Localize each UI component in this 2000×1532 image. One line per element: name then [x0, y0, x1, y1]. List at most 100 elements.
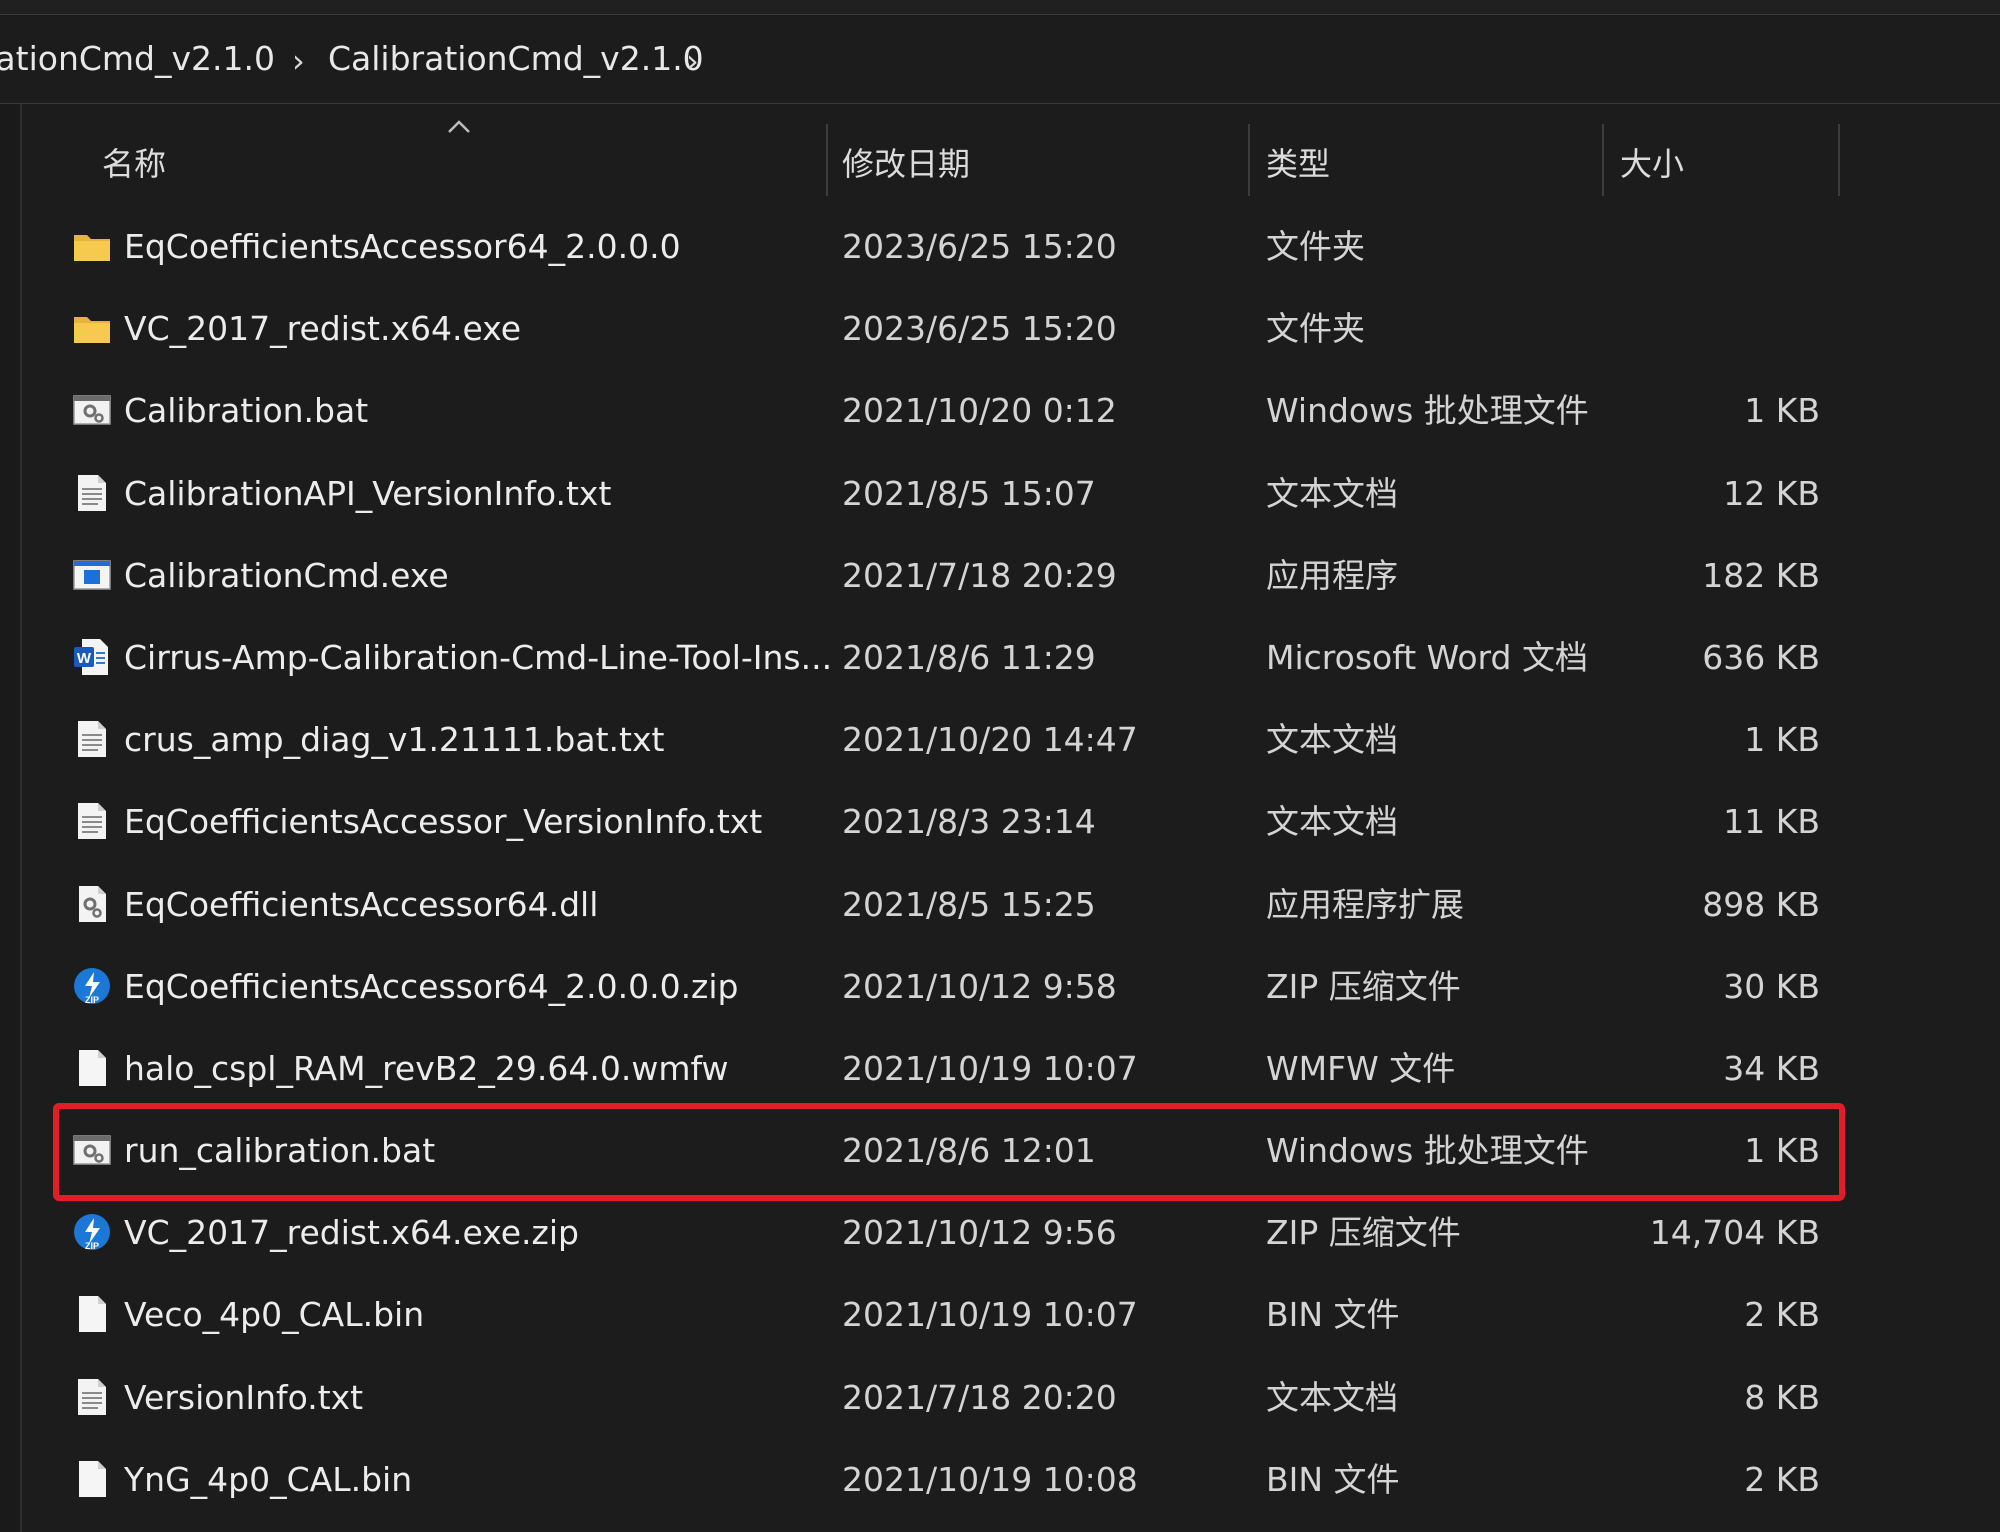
word-document-icon: W [72, 637, 112, 677]
batch-file-icon [72, 390, 112, 430]
file-modified-date: 2021/10/19 10:08 [842, 1459, 1138, 1499]
file-name[interactable]: EqCoefficientsAccessor64_2.0.0.0 [124, 224, 681, 270]
file-row[interactable]: EqCoefficientsAccessor64_2.0.0.0 2023/6/2… [56, 206, 1840, 288]
breadcrumb[interactable]: rationCmd_v2.1.0 › CalibrationCmd_v2.1.0… [0, 15, 2000, 104]
text-file-icon [72, 719, 112, 759]
chevron-right-icon[interactable]: › [686, 39, 699, 83]
file-name[interactable]: VersionInfo.txt [124, 1375, 363, 1421]
file-row[interactable]: VC_2017_redist.x64.exe 2023/6/25 15:20 文件夹 [56, 288, 1840, 370]
file-name[interactable]: Cirrus-Amp-Calibration-Cmd-Line-Tool-Ins… [124, 635, 832, 681]
navigation-pane-edge [0, 104, 22, 1532]
file-modified-date: 2023/6/25 15:20 [842, 309, 1117, 349]
svg-text:ZIP: ZIP [85, 995, 99, 1005]
column-divider[interactable] [1838, 124, 1840, 196]
file-row[interactable]: Calibration.bat 2021/10/20 0:12 Windows 批处… [56, 370, 1840, 452]
file-name[interactable]: Veco_4p0_CAL.bin [124, 1292, 424, 1338]
file-type: Windows 批处理文件 [1266, 1131, 1589, 1171]
zip-file-icon: ZIP [72, 1212, 112, 1252]
file-row[interactable]: crus_amp_diag_v1.21111.bat.txt 2021/10/20… [56, 699, 1840, 781]
column-header-date[interactable]: 修改日期 [842, 142, 970, 186]
file-name[interactable]: VC_2017_redist.x64.exe.zip [124, 1210, 579, 1256]
column-divider[interactable] [826, 124, 828, 196]
file-modified-date: 2021/8/5 15:25 [842, 884, 1096, 924]
file-size: 30 KB [1723, 966, 1820, 1006]
file-type: 文本文档 [1266, 720, 1398, 760]
file-modified-date: 2021/7/18 20:29 [842, 555, 1117, 595]
file-name[interactable]: EqCoefficientsAccessor_VersionInfo.txt [124, 799, 762, 845]
svg-text:ZIP: ZIP [85, 1241, 99, 1251]
svg-text:W: W [77, 650, 92, 667]
file-type: 文件夹 [1266, 227, 1365, 266]
file-size: 1 KB [1744, 1131, 1820, 1171]
blank-file-icon [72, 1048, 112, 1088]
file-size: 12 KB [1723, 473, 1820, 513]
file-size: 2 KB [1744, 1295, 1820, 1335]
file-name[interactable]: EqCoefficientsAccessor64.dll [124, 882, 598, 928]
file-modified-date: 2021/8/5 15:07 [842, 473, 1096, 513]
file-explorer-window: rationCmd_v2.1.0 › CalibrationCmd_v2.1.0… [0, 0, 2000, 1532]
file-list: EqCoefficientsAccessor64_2.0.0.0 2023/6/2… [56, 206, 1840, 1521]
file-type: BIN 文件 [1266, 1295, 1400, 1335]
file-size: 34 KB [1723, 1048, 1820, 1088]
file-row[interactable]: Veco_4p0_CAL.bin 2021/10/19 10:07 BIN 文件 2 … [56, 1274, 1840, 1356]
file-row[interactable]: CalibrationAPI_VersionInfo.txt 2021/8/5 1… [56, 453, 1840, 535]
file-row[interactable]: CalibrationCmd.exe 2021/7/18 20:29 应用程序 182… [56, 535, 1840, 617]
file-row[interactable]: halo_cspl_RAM_revB2_29.64.0.wmfw 2021/10/… [56, 1028, 1840, 1110]
file-size: 636 KB [1702, 637, 1820, 677]
file-name[interactable]: run_calibration.bat [124, 1128, 435, 1174]
file-size: 8 KB [1744, 1377, 1820, 1417]
text-file-icon [72, 801, 112, 841]
file-type: 文本文档 [1266, 802, 1398, 842]
file-modified-date: 2021/8/6 11:29 [842, 637, 1096, 677]
file-type: Windows 批处理文件 [1266, 391, 1589, 431]
file-name[interactable]: halo_cspl_RAM_revB2_29.64.0.wmfw [124, 1046, 729, 1092]
folder-icon [72, 226, 112, 266]
file-row-highlighted[interactable]: run_calibration.bat 2021/8/6 12:01 Windows… [56, 1110, 1840, 1192]
file-modified-date: 2021/10/12 9:58 [842, 966, 1117, 1006]
column-header-size[interactable]: 大小 [1620, 142, 1684, 186]
breadcrumb-item-current[interactable]: CalibrationCmd_v2.1.0 [328, 37, 704, 81]
file-name[interactable]: VC_2017_redist.x64.exe [124, 306, 521, 352]
file-size: 14,704 KB [1649, 1213, 1820, 1253]
file-size: 1 KB [1744, 720, 1820, 760]
file-modified-date: 2021/10/19 10:07 [842, 1295, 1138, 1335]
file-row[interactable]: EqCoefficientsAccessor64.dll 2021/8/5 15:… [56, 864, 1840, 946]
batch-file-icon [72, 1130, 112, 1170]
file-row[interactable]: ZIP VC_2017_redist.x64.exe.zip 2021/10/12 … [56, 1192, 1840, 1274]
folder-icon [72, 308, 112, 348]
blank-file-icon [72, 1294, 112, 1334]
file-modified-date: 2021/7/18 20:20 [842, 1377, 1117, 1417]
file-modified-date: 2021/10/20 0:12 [842, 391, 1117, 431]
file-name[interactable]: CalibrationAPI_VersionInfo.txt [124, 471, 611, 517]
dll-file-icon [72, 884, 112, 924]
chevron-right-icon[interactable]: › [292, 39, 305, 83]
file-name[interactable]: EqCoefficientsAccessor64_2.0.0.0.zip [124, 964, 739, 1010]
column-divider[interactable] [1248, 124, 1250, 196]
column-divider[interactable] [1602, 124, 1604, 196]
file-name[interactable]: Calibration.bat [124, 388, 368, 434]
column-header-name[interactable]: 名称 [102, 142, 166, 186]
file-type: 文本文档 [1266, 473, 1398, 513]
zip-file-icon: ZIP [72, 966, 112, 1006]
file-type: BIN 文件 [1266, 1459, 1400, 1499]
breadcrumb-item-parent[interactable]: rationCmd_v2.1.0 [0, 37, 275, 81]
file-row[interactable]: EqCoefficientsAccessor_VersionInfo.txt 20… [56, 781, 1840, 863]
file-type: 文本文档 [1266, 1377, 1398, 1417]
file-modified-date: 2021/10/12 9:56 [842, 1213, 1117, 1253]
blank-file-icon [72, 1459, 112, 1499]
file-row[interactable]: VersionInfo.txt 2021/7/18 20:20 文本文档 8 KB [56, 1357, 1840, 1439]
file-name[interactable]: crus_amp_diag_v1.21111.bat.txt [124, 717, 664, 763]
file-row[interactable]: ZIP EqCoefficientsAccessor64_2.0.0.0.zip 2… [56, 946, 1840, 1028]
file-modified-date: 2021/8/3 23:14 [842, 802, 1096, 842]
file-type: 文件夹 [1266, 309, 1365, 349]
file-type: ZIP 压缩文件 [1266, 966, 1461, 1006]
file-name[interactable]: YnG_4p0_CAL.bin [124, 1457, 412, 1503]
file-modified-date: 2021/10/20 14:47 [842, 720, 1138, 760]
column-header-type[interactable]: 类型 [1266, 142, 1330, 186]
text-file-icon [72, 1377, 112, 1417]
file-row[interactable]: YnG_4p0_CAL.bin 2021/10/19 10:08 BIN 文件 2 K… [56, 1439, 1840, 1521]
file-row[interactable]: W Cirrus-Amp-Calibration-Cmd-Line-Tool-In… [56, 617, 1840, 699]
file-type: Microsoft Word 文档 [1266, 637, 1588, 677]
file-type: WMFW 文件 [1266, 1048, 1456, 1088]
file-name[interactable]: CalibrationCmd.exe [124, 553, 449, 599]
